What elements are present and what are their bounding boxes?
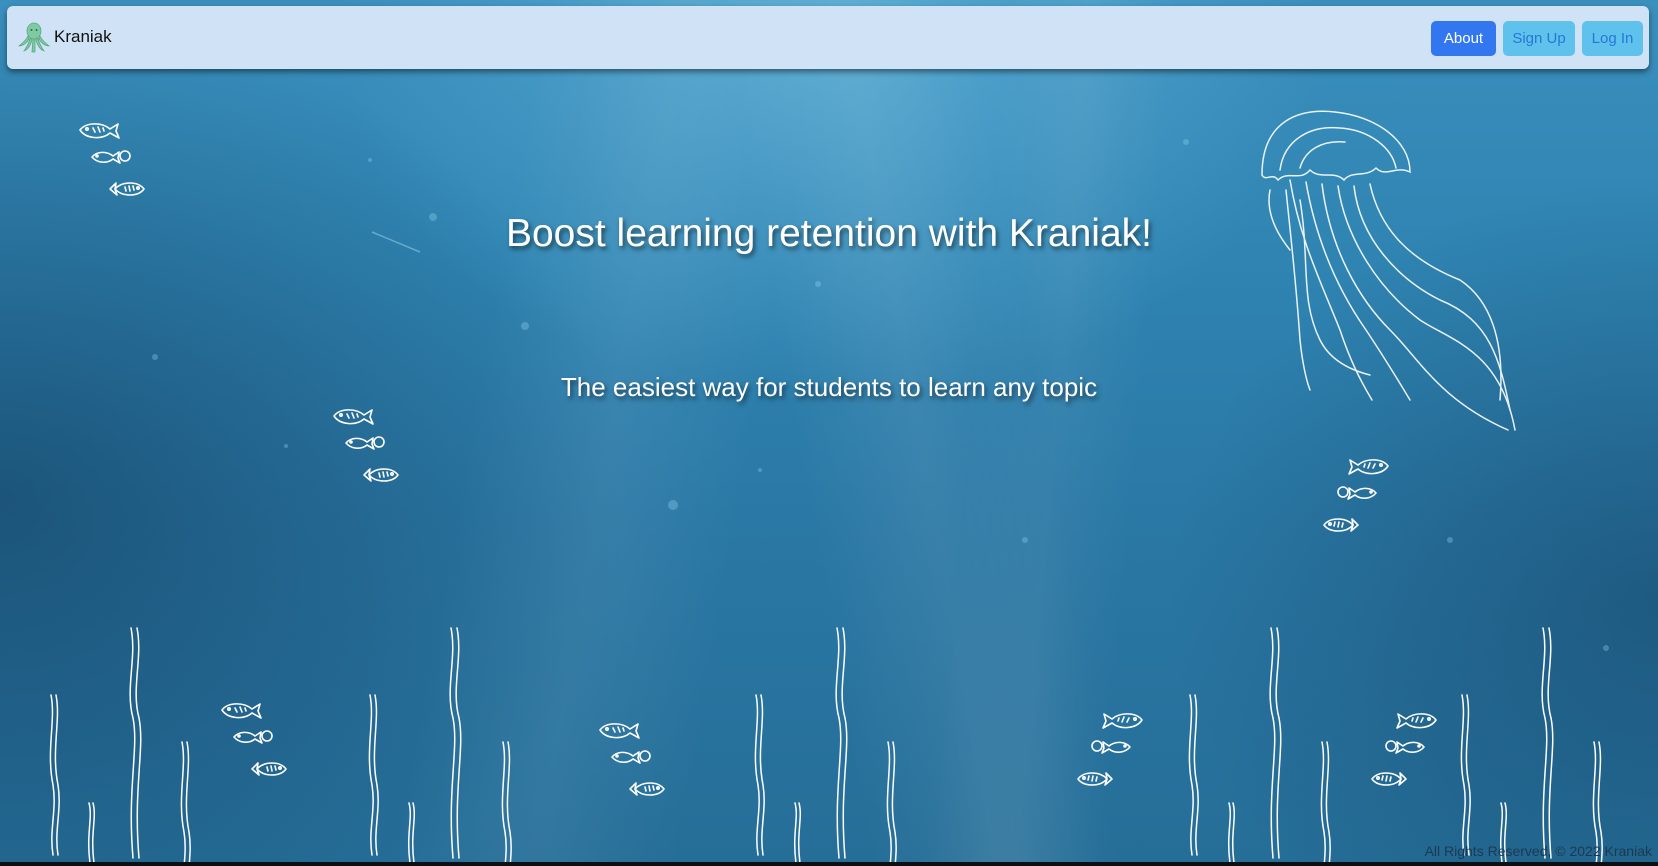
- fish-school-icon: [80, 124, 144, 195]
- brand-name: Kraniak: [54, 27, 112, 46]
- fish-school-icon: [1078, 714, 1142, 785]
- fish-school-icon: [1324, 460, 1388, 531]
- octopus-logo-icon: [17, 20, 51, 54]
- sign-up-button[interactable]: Sign Up: [1503, 21, 1575, 56]
- bottom-edge: [0, 862, 1658, 866]
- hero-subtitle: The easiest way for students to learn an…: [560, 372, 1098, 402]
- about-button[interactable]: About: [1431, 21, 1496, 56]
- underwater-decoration: [49, 110, 1609, 862]
- fish-school-icon: [1372, 714, 1436, 785]
- log-in-button[interactable]: Log In: [1582, 21, 1643, 56]
- ocean-background: Boost learning retention with Kraniak! T…: [0, 0, 1658, 862]
- fish-school-icon: [600, 724, 664, 795]
- seaweed-icon: [49, 627, 1603, 862]
- fish-school-icon: [334, 410, 398, 481]
- hero-title: Boost learning retention with Kraniak!: [505, 212, 1153, 255]
- fish-school-icon: [222, 704, 286, 775]
- top-navbar: Kraniak About Sign Up Log In: [7, 6, 1649, 69]
- brand-link[interactable]: Kraniak: [17, 20, 112, 54]
- footer-copyright: All Rights Reserved, © 2022 Kraniak: [1424, 843, 1652, 859]
